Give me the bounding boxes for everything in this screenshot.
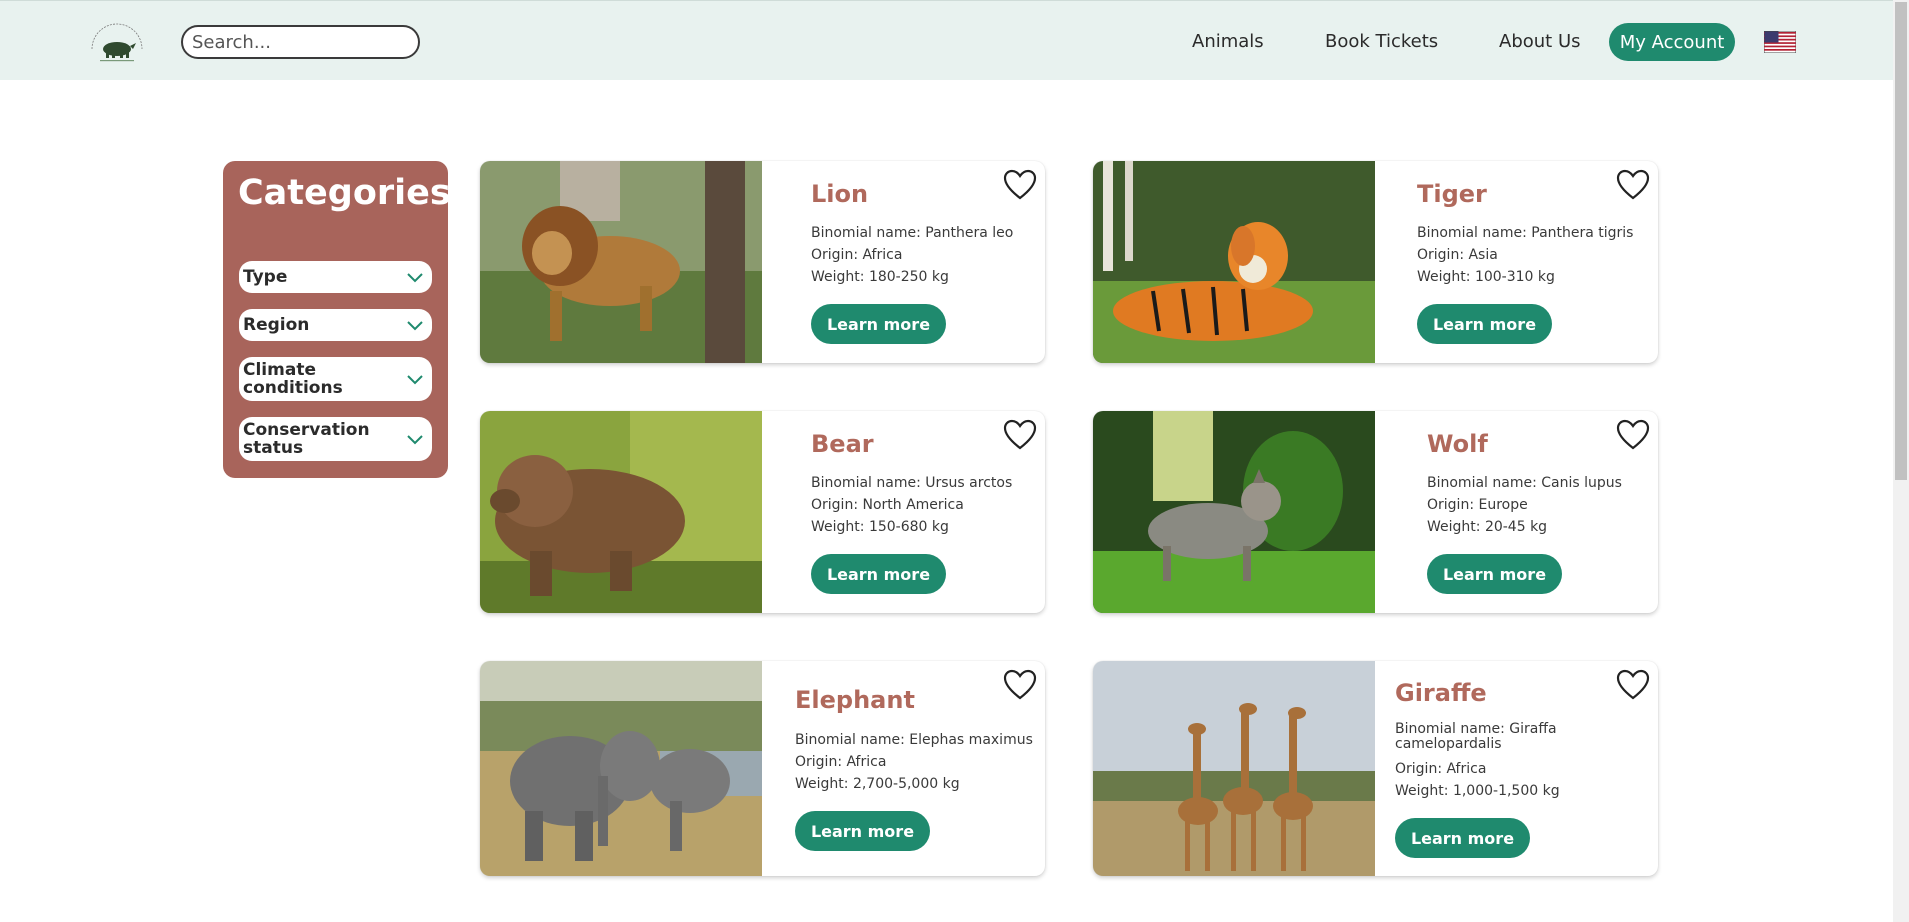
animal-origin: Origin: Africa [811, 247, 903, 263]
heart-icon[interactable] [1616, 419, 1650, 451]
animal-card-wolf: Wolf Binomial name: Canis lupus Origin: … [1093, 411, 1658, 613]
learn-more-button[interactable]: Learn more [811, 554, 946, 594]
animal-weight: Weight: 180-250 kg [811, 269, 949, 285]
animal-name: Elephant [795, 686, 915, 714]
filter-label: Climate conditions [243, 360, 343, 398]
learn-more-button[interactable]: Learn more [1427, 554, 1562, 594]
chevron-down-icon [407, 435, 423, 445]
animal-name: Giraffe [1395, 679, 1487, 707]
nav-animals-link[interactable]: Animals [1192, 31, 1264, 52]
filter-type-dropdown[interactable]: Type [239, 261, 432, 293]
learn-more-button[interactable]: Learn more [1417, 304, 1552, 344]
animal-binomial: Binomial name: Panthera tigris [1417, 225, 1634, 241]
chevron-down-icon [407, 321, 423, 331]
animal-card-lion: Lion Binomial name: Panthera leo Origin:… [480, 161, 1045, 363]
zoo-logo-icon[interactable] [86, 19, 148, 65]
heart-icon[interactable] [1616, 169, 1650, 201]
animal-card-tiger: Tiger Binomial name: Panthera tigris Ori… [1093, 161, 1658, 363]
tiger-image [1093, 161, 1375, 363]
filter-conservation-dropdown[interactable]: Conservation status [239, 417, 432, 461]
filter-label: Region [243, 315, 310, 335]
scrollbar-thumb[interactable] [1895, 2, 1907, 480]
animal-weight: Weight: 2,700-5,000 kg [795, 776, 960, 792]
animal-name: Lion [811, 180, 869, 208]
nav-book-tickets-link[interactable]: Book Tickets [1325, 31, 1438, 52]
my-account-button[interactable]: My Account [1609, 23, 1735, 61]
animal-weight: Weight: 150-680 kg [811, 519, 949, 535]
learn-more-button[interactable]: Learn more [795, 811, 930, 851]
heart-icon[interactable] [1003, 419, 1037, 451]
lion-image [480, 161, 762, 363]
animal-card-elephant: Elephant Binomial name: Elephas maximus … [480, 661, 1045, 876]
wolf-image [1093, 411, 1375, 613]
search-input[interactable] [181, 25, 420, 59]
animal-card-giraffe: Giraffe Binomial name: Giraffa camelopar… [1093, 661, 1658, 876]
filter-region-dropdown[interactable]: Region [239, 309, 432, 341]
filter-label: Conservation status [243, 420, 370, 458]
animal-origin: Origin: North America [811, 497, 964, 513]
giraffe-image [1093, 661, 1375, 876]
filter-climate-dropdown[interactable]: Climate conditions [239, 357, 432, 401]
animal-name: Tiger [1417, 180, 1487, 208]
animal-binomial: Binomial name: Ursus arctos [811, 475, 1013, 491]
animal-origin: Origin: Europe [1427, 497, 1528, 513]
top-header: Animals Book Tickets About Us My Account [0, 0, 1893, 80]
filter-label: Type [243, 267, 288, 287]
learn-more-button[interactable]: Learn more [1395, 818, 1530, 858]
animal-origin: Origin: Africa [795, 754, 887, 770]
bear-image [480, 411, 762, 613]
animal-binomial: Binomial name: Giraffa camelopardalis [1395, 721, 1557, 752]
page-scrollbar[interactable] [1893, 0, 1909, 922]
animal-binomial: Binomial name: Panthera leo [811, 225, 1014, 241]
animal-weight: Weight: 1,000-1,500 kg [1395, 783, 1560, 799]
learn-more-button[interactable]: Learn more [811, 304, 946, 344]
animal-name: Bear [811, 430, 874, 458]
categories-title: Categories [238, 173, 451, 213]
heart-icon[interactable] [1616, 669, 1650, 701]
animal-weight: Weight: 20-45 kg [1427, 519, 1548, 535]
animal-binomial: Binomial name: Canis lupus [1427, 475, 1622, 491]
animal-name: Wolf [1427, 430, 1488, 458]
animal-origin: Origin: Africa [1395, 761, 1487, 777]
animal-weight: Weight: 100-310 kg [1417, 269, 1555, 285]
animal-binomial: Binomial name: Elephas maximus [795, 732, 1033, 748]
animal-origin: Origin: Asia [1417, 247, 1498, 263]
us-flag-icon[interactable] [1764, 31, 1796, 53]
categories-panel: Categories Type Region Climate condition… [223, 161, 451, 478]
animal-card-bear: Bear Binomial name: Ursus arctos Origin:… [480, 411, 1045, 613]
chevron-down-icon [407, 273, 423, 283]
chevron-down-icon [407, 375, 423, 385]
heart-icon[interactable] [1003, 169, 1037, 201]
heart-icon[interactable] [1003, 669, 1037, 701]
nav-about-us-link[interactable]: About Us [1499, 31, 1581, 52]
elephant-image [480, 661, 762, 876]
